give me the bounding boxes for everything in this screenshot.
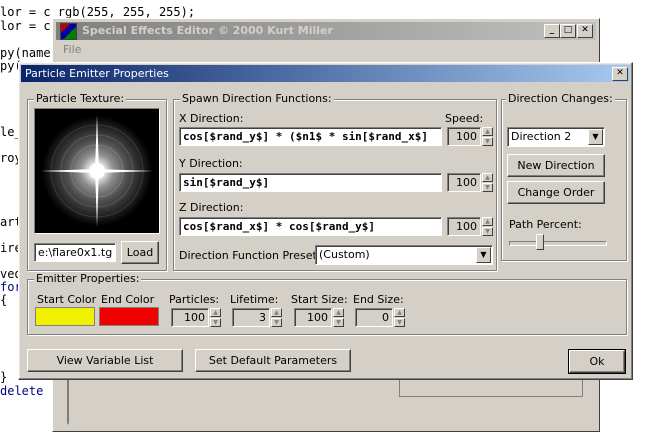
new-direction-button[interactable]: New Direction bbox=[507, 154, 605, 177]
particles-input[interactable] bbox=[172, 309, 208, 326]
end-size-field[interactable] bbox=[355, 308, 393, 327]
start-size-label: Start Size: bbox=[291, 293, 348, 306]
editor-field bbox=[399, 379, 583, 397]
x-direction-input[interactable] bbox=[180, 128, 441, 145]
code-line: } bbox=[0, 370, 8, 384]
load-button[interactable]: Load bbox=[121, 241, 159, 264]
particle-emitter-dialog: Particle Emitter Properties ✕ Particle T… bbox=[18, 62, 633, 380]
x-speed-field[interactable] bbox=[447, 127, 481, 146]
direction-changes-legend: Direction Changes: bbox=[506, 92, 615, 105]
y-speed-field[interactable] bbox=[447, 173, 481, 192]
chevron-down-icon[interactable]: ▼ bbox=[476, 247, 491, 263]
menu-bar: File bbox=[56, 41, 596, 59]
x-direction-field[interactable] bbox=[179, 127, 442, 146]
ok-button[interactable]: Ok bbox=[568, 349, 626, 374]
y-speed-spinner[interactable]: ▲ ▼ bbox=[482, 173, 493, 192]
editor-title-bar[interactable]: Special Effects Editor © 2000 Kurt Mille… bbox=[56, 22, 596, 40]
code-line: { bbox=[0, 293, 8, 307]
particle-texture-legend: Particle Texture: bbox=[34, 92, 127, 105]
lifetime-input[interactable] bbox=[233, 309, 269, 326]
start-size-spinner[interactable]: ▲ ▼ bbox=[333, 308, 344, 327]
z-direction-input[interactable] bbox=[180, 218, 441, 235]
x-direction-label: X Direction: bbox=[179, 112, 244, 125]
spawn-direction-legend: Spawn Direction Functions: bbox=[180, 92, 334, 105]
editor-title: Special Effects Editor © 2000 Kurt Mille… bbox=[82, 24, 333, 37]
minimize-button[interactable]: _ bbox=[544, 24, 560, 38]
direction-dropdown[interactable]: Direction 2 ▼ bbox=[507, 127, 605, 147]
code-line: delete bbox=[0, 384, 44, 398]
end-size-input[interactable] bbox=[356, 309, 392, 326]
texture-filename-input[interactable] bbox=[35, 244, 115, 261]
dialog-close-button[interactable]: ✕ bbox=[612, 67, 628, 81]
direction-value: Direction 2 bbox=[511, 130, 572, 143]
end-size-spinner[interactable]: ▲ ▼ bbox=[394, 308, 405, 327]
start-color-label: Start Color bbox=[37, 293, 97, 306]
emitter-properties-legend: Emitter Properties: bbox=[34, 272, 142, 285]
y-direction-input[interactable] bbox=[180, 174, 441, 191]
z-direction-label: Z Direction: bbox=[179, 201, 244, 214]
flare-icon bbox=[35, 109, 159, 233]
y-direction-label: Y Direction: bbox=[179, 157, 243, 170]
end-size-label: End Size: bbox=[353, 293, 404, 306]
z-speed-input[interactable] bbox=[448, 218, 480, 235]
chevron-down-icon[interactable]: ▼ bbox=[588, 129, 603, 145]
z-direction-field[interactable] bbox=[179, 217, 442, 236]
presets-dropdown[interactable]: (Custom) ▼ bbox=[315, 245, 493, 265]
code-line: lor = c bbox=[0, 19, 51, 33]
end-color-label: End Color bbox=[101, 293, 155, 306]
start-size-input[interactable] bbox=[295, 309, 331, 326]
start-color-swatch[interactable] bbox=[35, 307, 95, 326]
app-icon bbox=[60, 23, 77, 40]
path-percent-track[interactable] bbox=[509, 241, 607, 246]
dialog-title: Particle Emitter Properties bbox=[25, 67, 169, 80]
dialog-title-bar[interactable]: Particle Emitter Properties ✕ bbox=[21, 65, 630, 82]
y-direction-field[interactable] bbox=[179, 173, 442, 192]
z-speed-spinner[interactable]: ▲ ▼ bbox=[482, 217, 493, 236]
start-size-field[interactable] bbox=[294, 308, 332, 327]
presets-label: Direction Function Presets: bbox=[179, 249, 327, 262]
direction-changes-group: Direction Changes: bbox=[501, 92, 627, 261]
menu-file[interactable]: File bbox=[63, 43, 81, 56]
lifetime-field[interactable] bbox=[232, 308, 270, 327]
path-percent-label: Path Percent: bbox=[509, 218, 582, 231]
lifetime-spinner[interactable]: ▲ ▼ bbox=[271, 308, 282, 327]
x-speed-spinner[interactable]: ▲ ▼ bbox=[482, 127, 493, 146]
code-line: py(name bbox=[0, 46, 51, 60]
texture-preview-image bbox=[34, 108, 160, 234]
presets-value: (Custom) bbox=[319, 248, 370, 261]
particles-label: Particles: bbox=[169, 293, 220, 306]
lifetime-label: Lifetime: bbox=[230, 293, 279, 306]
change-order-button[interactable]: Change Order bbox=[507, 181, 605, 204]
particles-field[interactable] bbox=[171, 308, 209, 327]
speed-label: Speed: bbox=[445, 112, 484, 125]
x-speed-input[interactable] bbox=[448, 128, 480, 145]
set-default-parameters-button[interactable]: Set Default Parameters bbox=[195, 349, 351, 372]
view-variable-list-button[interactable]: View Variable List bbox=[27, 349, 183, 372]
y-speed-input[interactable] bbox=[448, 174, 480, 191]
texture-filename-field[interactable] bbox=[34, 243, 116, 262]
code-line: lor = c rgb(255, 255, 255); bbox=[0, 5, 196, 19]
z-speed-field[interactable] bbox=[447, 217, 481, 236]
particles-spinner[interactable]: ▲ ▼ bbox=[210, 308, 221, 327]
path-percent-slider-thumb[interactable] bbox=[536, 234, 544, 250]
end-color-swatch[interactable] bbox=[99, 307, 159, 326]
maximize-button[interactable]: □ bbox=[560, 24, 576, 38]
close-button[interactable]: ✕ bbox=[577, 24, 593, 38]
